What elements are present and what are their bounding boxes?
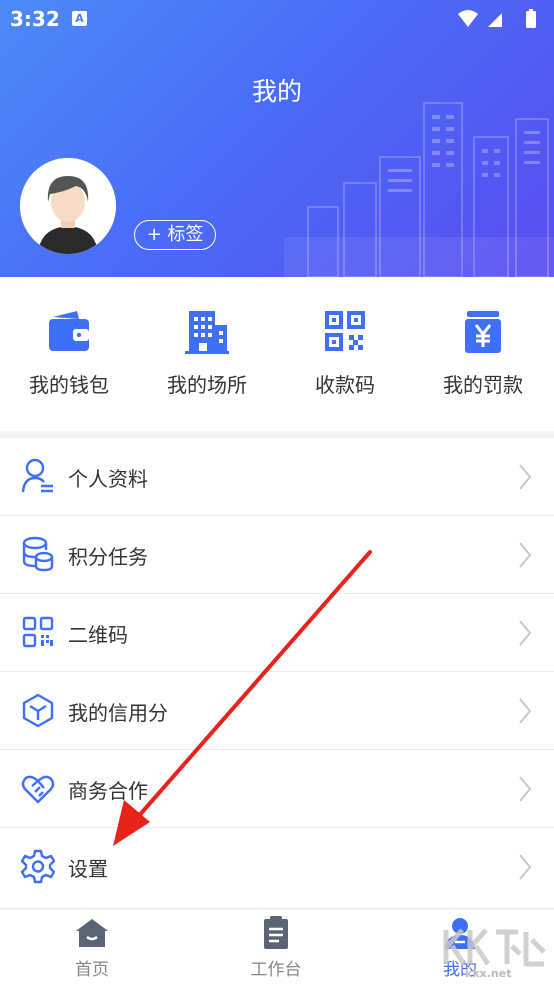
quick-actions: 我的钱包 我的场所 收款码 我的罚款 (0, 277, 554, 431)
quick-item-label: 我的钱包 (29, 373, 109, 397)
tab-label: 工作台 (250, 960, 302, 980)
tab-home[interactable]: 首页 (0, 909, 184, 984)
menu-item-label: 商务合作 (68, 779, 148, 803)
tab-workbench[interactable]: 工作台 (184, 909, 368, 984)
menu-item-business[interactable]: 商务合作 (0, 750, 554, 828)
avatar[interactable] (20, 158, 116, 254)
menu-item-credit-score[interactable]: 我的信用分 (0, 672, 554, 750)
battery-icon (526, 11, 536, 28)
handshake-heart-icon (21, 775, 55, 804)
city-skyline-decoration (284, 102, 554, 277)
qr-grid-icon (22, 616, 54, 648)
menu-item-label: 积分任务 (68, 545, 148, 569)
chevron-right-icon (519, 464, 532, 490)
quick-item-label: 我的场所 (167, 373, 247, 397)
user-profile-icon (21, 458, 53, 493)
clipboard-icon (264, 916, 288, 949)
watermark-text: kkx.net (465, 967, 512, 980)
home-icon (76, 919, 108, 947)
chevron-right-icon (519, 542, 532, 568)
chevron-right-icon (519, 698, 532, 724)
quick-item-wallet[interactable]: 我的钱包 (0, 277, 138, 431)
menu-item-label: 我的信用分 (68, 701, 168, 725)
coins-database-icon (22, 536, 54, 572)
app-notification-icon: A (72, 11, 87, 26)
menu-item-label: 个人资料 (68, 467, 148, 491)
fine-yen-icon (465, 311, 501, 353)
avatar-illustration (20, 158, 116, 254)
tab-label: 首页 (75, 960, 109, 980)
status-icons (458, 9, 536, 28)
menu-list: 个人资料 积分任务 二维码 我的信用分 商务合作 设置 (0, 438, 554, 908)
menu-item-points-tasks[interactable]: 积分任务 (0, 516, 554, 594)
chevron-right-icon (519, 620, 532, 646)
signal-icon (488, 13, 502, 27)
status-bar: 3:32 A (0, 0, 554, 38)
qr-code-icon (325, 311, 365, 351)
menu-item-label: 设置 (68, 857, 108, 881)
status-time: 3:32 (10, 7, 60, 31)
wifi-icon (458, 10, 478, 27)
quick-item-fines[interactable]: 我的罚款 (414, 277, 552, 431)
add-tag-button[interactable]: + 标签 (134, 220, 216, 250)
quick-item-payment-code[interactable]: 收款码 (276, 277, 414, 431)
wallet-icon (49, 311, 89, 351)
building-icon (185, 311, 229, 354)
cube-icon (22, 693, 54, 728)
menu-item-qr-code[interactable]: 二维码 (0, 594, 554, 672)
quick-item-venue[interactable]: 我的场所 (138, 277, 276, 431)
page-title: 我的 (251, 77, 302, 106)
menu-item-label: 二维码 (68, 623, 128, 647)
chevron-right-icon (519, 776, 532, 802)
chevron-right-icon (519, 854, 532, 880)
menu-item-settings[interactable]: 设置 (0, 828, 554, 906)
quick-item-label: 我的罚款 (443, 373, 523, 397)
gear-icon (21, 849, 55, 884)
profile-header: 3:32 A 我的 + 标签 (0, 0, 554, 277)
menu-item-profile[interactable]: 个人资料 (0, 438, 554, 516)
quick-item-label: 收款码 (315, 373, 375, 397)
